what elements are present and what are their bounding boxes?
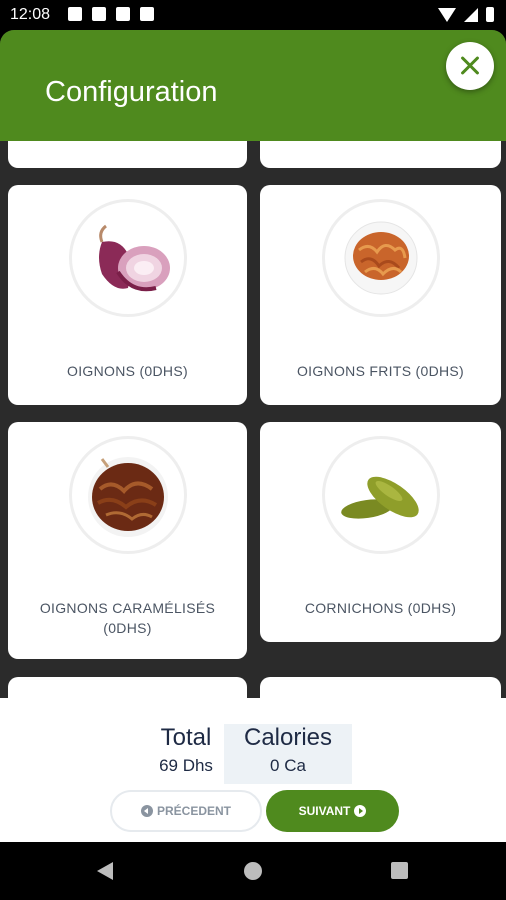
option-label: OIGNONS (0DHS) — [67, 363, 188, 379]
next-button-label: SUIVANT — [298, 804, 351, 818]
battery-icon — [486, 7, 494, 22]
shield-icon — [116, 7, 130, 21]
next-button[interactable]: SUIVANT — [266, 790, 399, 832]
signal-icon — [464, 7, 478, 22]
option-label: OIGNONS FRITS (0DHS) — [296, 363, 464, 379]
calories-label: Calories — [243, 724, 333, 751]
option-card-oignons-caramelises[interactable]: OIGNONS CARAMÉLISÉS (0DHS) — [8, 422, 247, 659]
option-label: CORNICHONS (0DHS) — [304, 600, 457, 616]
settings-icon — [68, 7, 82, 21]
option-card-oignons[interactable]: OIGNONS (0DHS) — [8, 185, 247, 405]
home-icon[interactable] — [244, 862, 262, 880]
onion-image — [68, 199, 187, 317]
page-title: Configuration — [45, 76, 218, 108]
chevron-right-circle-icon — [354, 805, 367, 817]
a-icon — [92, 7, 106, 21]
fried-onions-image — [321, 199, 440, 317]
total-label: Total — [160, 724, 212, 751]
system-nav-bar — [0, 842, 506, 900]
configuration-sheet: Configuration OIGNONS (0DHS) OIGNONS FRI… — [0, 30, 506, 842]
header: Configuration — [0, 30, 506, 141]
recent-apps-icon[interactable] — [391, 862, 408, 879]
previous-button[interactable]: PRÉCEDENT — [110, 790, 262, 832]
status-time: 12:08 — [10, 6, 51, 23]
status-bar: 12:08 — [0, 0, 506, 30]
option-card-oignons-frits[interactable]: OIGNONS FRITS (0DHS) — [260, 185, 501, 405]
option-label: OIGNONS CARAMÉLISÉS (0DHS) — [39, 600, 216, 636]
caramelized-onions-image — [68, 436, 187, 554]
chevron-left-circle-icon — [140, 805, 153, 817]
back-icon[interactable] — [97, 862, 113, 880]
summary-footer: Total 69 Dhs Calories 0 Ca PRÉCEDENT SUI… — [0, 698, 506, 842]
option-card-cornichons[interactable]: CORNICHONS (0DHS) — [260, 422, 501, 642]
calories-value: 0 Ca — [270, 756, 306, 775]
pickles-image — [321, 436, 440, 554]
previous-button-label: PRÉCEDENT — [156, 804, 231, 818]
total-value: 69 Dhs — [159, 756, 213, 775]
sd-card-icon — [140, 7, 154, 21]
close-button[interactable] — [446, 42, 494, 90]
wifi-icon — [438, 7, 456, 22]
calories-summary: Calories 0 Ca — [224, 724, 352, 784]
total-summary: Total 69 Dhs — [148, 724, 224, 776]
